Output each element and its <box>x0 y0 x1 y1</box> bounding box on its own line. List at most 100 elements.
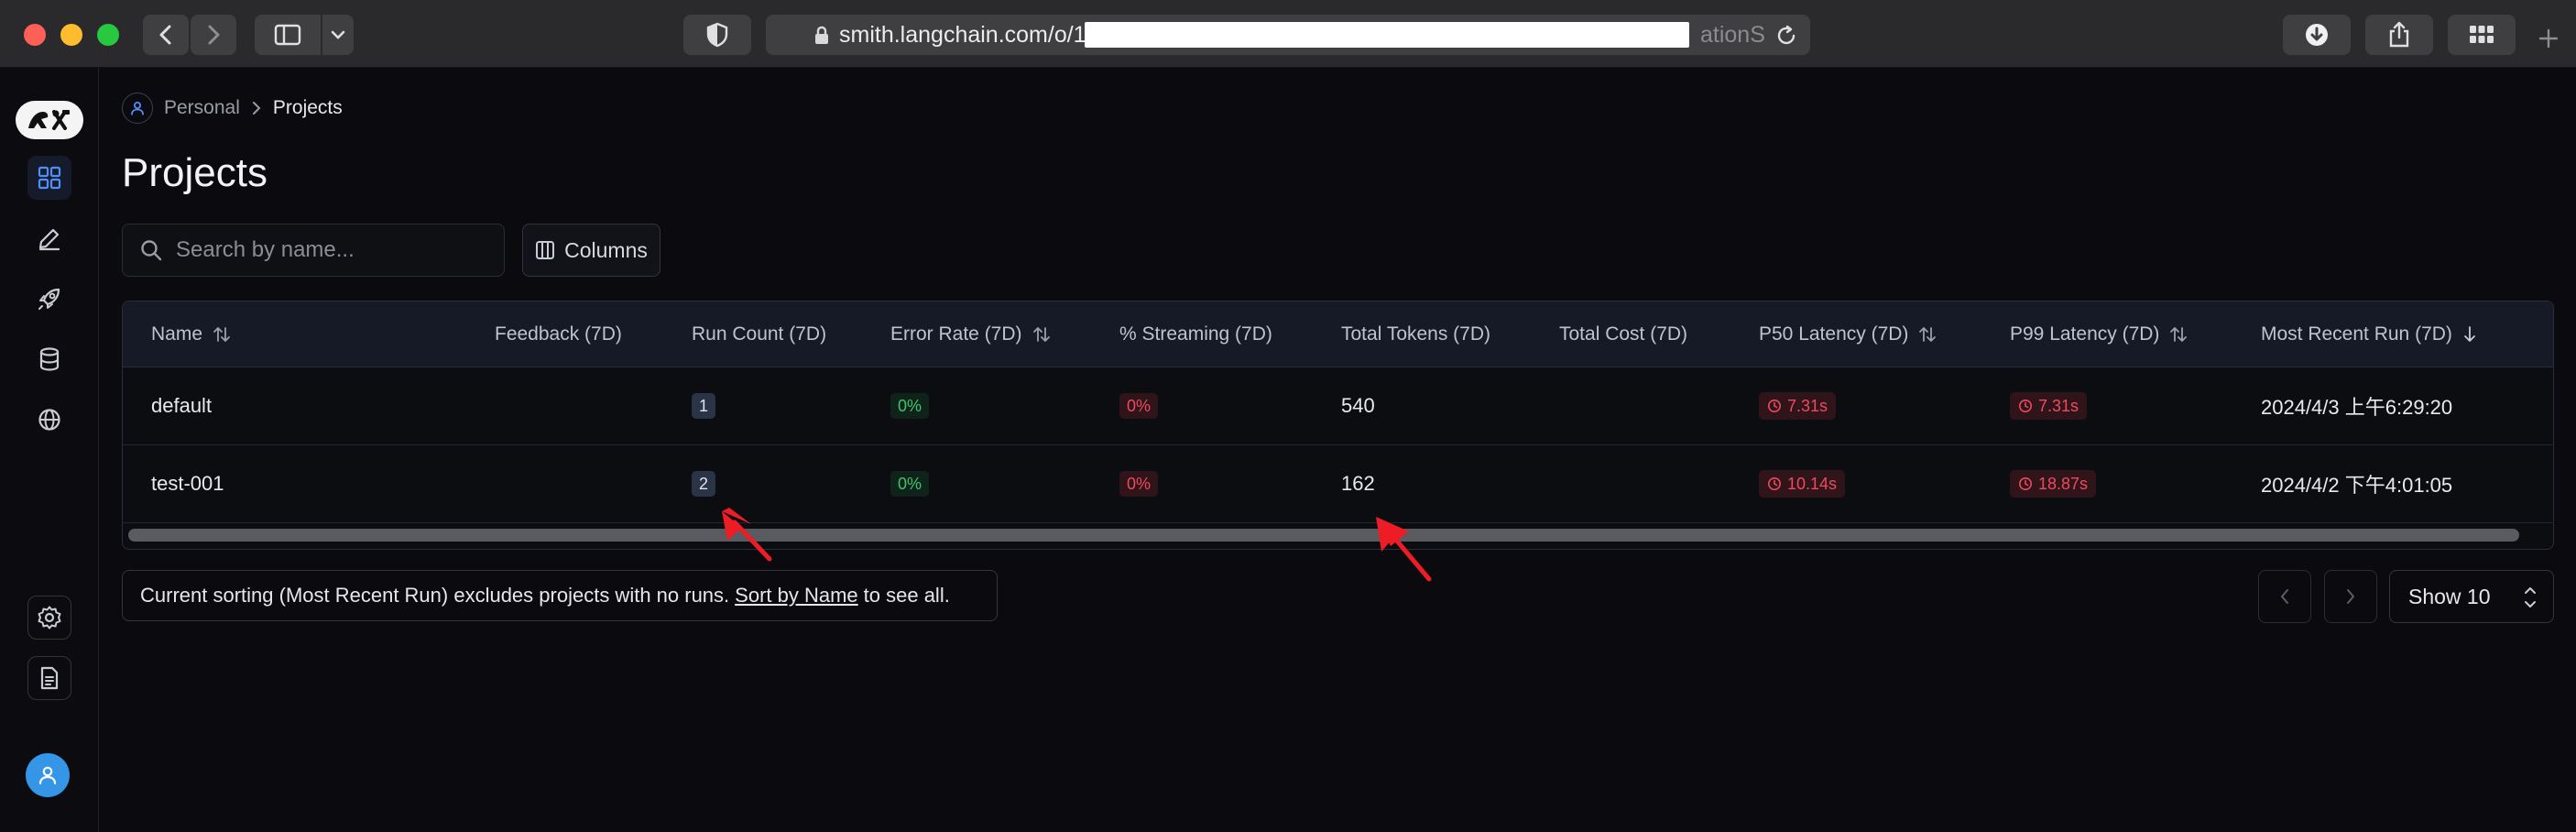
most-recent-run-cell: 2024/4/3 上午6:29:20 <box>2261 396 2453 419</box>
chevron-right-icon <box>2347 589 2354 604</box>
downloads-button[interactable] <box>2283 15 2351 55</box>
latency-value: 10.14s <box>1787 474 1838 493</box>
columns-button-label: Columns <box>564 237 648 262</box>
url-text: smith.langchain.com/o/1 <box>839 22 1086 48</box>
chevron-right-icon <box>208 25 220 45</box>
project-name[interactable]: default <box>151 367 212 444</box>
shield-icon <box>706 22 728 48</box>
breadcrumb-avatar <box>122 93 153 124</box>
user-avatar[interactable] <box>26 753 70 797</box>
previous-page-button[interactable] <box>2258 570 2311 623</box>
chevron-right-icon <box>252 102 261 115</box>
horizontal-scrollbar[interactable] <box>128 529 2519 542</box>
search-box <box>122 224 505 277</box>
latency-badge: 7.31s <box>1759 392 1837 420</box>
search-icon <box>141 240 162 261</box>
sidebar-icon <box>274 24 301 46</box>
error-rate-cell: 0% <box>890 367 930 444</box>
project-name[interactable]: test-001 <box>151 445 224 522</box>
sidebar-item-datasets[interactable] <box>27 337 71 381</box>
share-button[interactable] <box>2365 15 2433 55</box>
window-close-button[interactable] <box>24 24 46 46</box>
p99-latency-cell: 18.87s <box>2010 445 2097 522</box>
column-header-label: Most Recent Run (7D) <box>2261 323 2452 345</box>
streaming-badge: 0% <box>1119 393 1159 419</box>
projects-table: Name Feedback (7D) Run Count (7D) Error … <box>122 301 2554 550</box>
table-row[interactable]: default 1 0% 0% 540 7.31s 7.31s 2024/4/3… <box>123 367 2553 445</box>
column-header-total-cost[interactable]: Total Cost (7D) <box>1559 301 1687 367</box>
notice-text: Current sorting (Most Recent Run) exclud… <box>140 584 730 607</box>
columns-button[interactable]: Columns <box>522 224 660 277</box>
settings-button[interactable] <box>27 596 71 640</box>
chevron-left-icon <box>159 25 171 45</box>
sidebar-item-deployments[interactable] <box>27 277 71 321</box>
reload-icon[interactable] <box>1775 25 1797 47</box>
latency-badge: 18.87s <box>2010 470 2097 498</box>
column-header-name[interactable]: Name <box>151 301 232 367</box>
sidebar-item-annotation[interactable] <box>27 216 71 260</box>
main-content: Personal Projects Projects Columns Name … <box>100 68 2576 832</box>
column-header-streaming[interactable]: % Streaming (7D) <box>1119 301 1272 367</box>
annotation-arrow-total-tokens <box>1376 517 1432 582</box>
url-tail: ationS <box>1700 22 1765 48</box>
columns-icon <box>536 241 555 259</box>
column-header-feedback[interactable]: Feedback (7D) <box>495 301 622 367</box>
document-icon <box>40 666 59 690</box>
sidebar-item-projects[interactable] <box>27 156 71 200</box>
error-rate-cell: 0% <box>890 445 930 522</box>
page-size-label: Show 10 <box>2408 584 2491 608</box>
new-tab-button[interactable] <box>2532 22 2565 55</box>
run-count-cell: 1 <box>692 367 715 444</box>
sorting-notice: Current sorting (Most Recent Run) exclud… <box>122 570 998 621</box>
table-header: Name Feedback (7D) Run Count (7D) Error … <box>123 301 2553 367</box>
grid-icon <box>2470 26 2494 43</box>
annotation-arrow-run-count <box>722 508 772 562</box>
column-header-p50-latency[interactable]: P50 Latency (7D) <box>1759 301 1937 367</box>
column-header-label: Error Rate (7D) <box>890 323 1022 345</box>
pencil-icon <box>38 228 60 251</box>
user-icon <box>131 101 144 115</box>
latency-value: 7.31s <box>2038 396 2079 415</box>
column-header-label: Total Cost (7D) <box>1559 323 1688 345</box>
column-header-most-recent-run[interactable]: Most Recent Run (7D) <box>2261 301 2478 367</box>
share-icon <box>2389 21 2409 48</box>
docs-button[interactable] <box>27 656 71 700</box>
breadcrumb-personal[interactable]: Personal <box>164 97 240 119</box>
sort-by-name-link[interactable]: Sort by Name <box>735 584 858 608</box>
settings-icon <box>38 606 61 629</box>
tab-overview-button[interactable] <box>2448 15 2516 55</box>
back-button[interactable] <box>143 15 189 55</box>
latency-badge: 7.31s <box>2010 392 2088 420</box>
plus-icon <box>2538 28 2559 49</box>
search-input[interactable] <box>176 224 497 276</box>
browser-chrome: smith.langchain.com/o/1 ationS <box>0 0 2576 68</box>
most-recent-run-cell: 2024/4/2 下午4:01:05 <box>2261 474 2453 497</box>
p50-latency-cell: 10.14s <box>1759 445 1846 522</box>
table-row[interactable]: test-001 2 0% 0% 162 10.14s 18.87s 2024/… <box>123 445 2553 523</box>
column-header-run-count[interactable]: Run Count (7D) <box>692 301 826 367</box>
column-header-p99-latency[interactable]: P99 Latency (7D) <box>2010 301 2189 367</box>
lock-icon <box>815 26 828 44</box>
tab-group-dropdown[interactable] <box>322 15 354 55</box>
page-title: Projects <box>122 150 267 195</box>
forward-button[interactable] <box>191 15 236 55</box>
column-header-total-tokens[interactable]: Total Tokens (7D) <box>1341 301 1490 367</box>
address-bar[interactable]: smith.langchain.com/o/1 ationS <box>766 15 1810 55</box>
window-zoom-button[interactable] <box>97 24 119 46</box>
parrot-tools-icon <box>28 110 70 130</box>
privacy-shield-button[interactable] <box>683 15 751 55</box>
breadcrumb-projects: Projects <box>272 97 343 118</box>
sort-icon <box>1031 324 1052 345</box>
window-minimize-button[interactable] <box>60 24 82 46</box>
sort-desc-icon <box>2461 324 2478 345</box>
column-header-error-rate[interactable]: Error Rate (7D) <box>890 301 1052 367</box>
sidebar-item-hub[interactable] <box>27 398 71 442</box>
error-rate-badge: 0% <box>890 393 930 419</box>
notice-suffix: to see all. <box>863 584 950 607</box>
sidebar-toggle-button[interactable] <box>255 15 321 55</box>
sort-icon <box>2168 324 2189 345</box>
clock-icon <box>1768 477 1781 490</box>
next-page-button[interactable] <box>2324 570 2377 623</box>
langsmith-logo[interactable] <box>16 101 83 139</box>
page-size-select[interactable]: Show 10 <box>2389 570 2554 623</box>
